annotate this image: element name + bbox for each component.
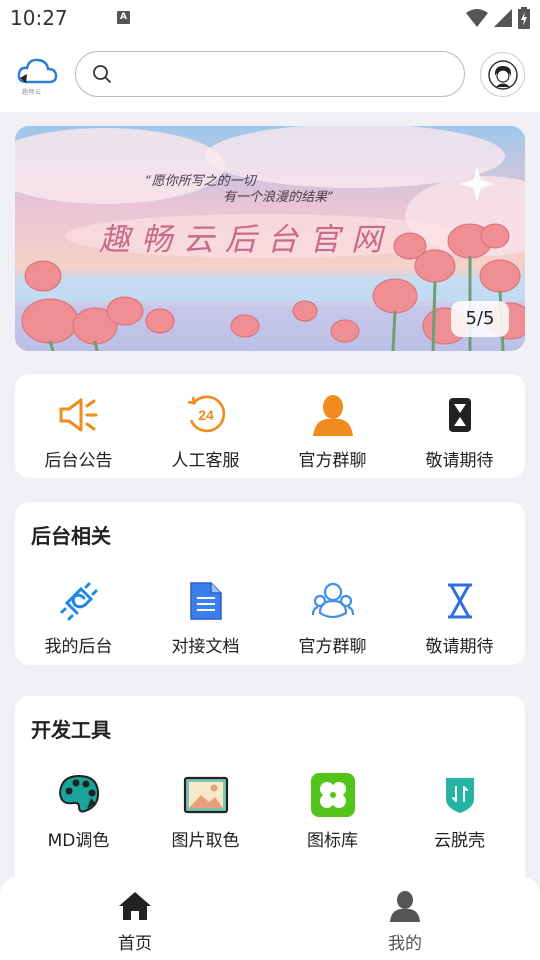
cellular-signal-icon [494,9,512,27]
wifi-icon [466,9,488,27]
backend-item-label: 对接文档 [171,637,240,657]
top-bar: 趣畅云 [0,36,540,112]
logo-text: 趣畅云 [22,89,42,96]
person-icon [310,392,356,438]
quick-action-label: 官方群聊 [298,451,367,471]
backend-item-docs[interactable]: 对接文档 [142,578,269,657]
search-icon [93,65,111,83]
backend-item-my-backend[interactable]: 我的后台 [15,578,142,657]
shield-icon [437,772,483,818]
dev-tool-label: 图片取色 [171,831,240,851]
quick-action-label: 人工客服 [171,451,240,471]
hourglass-icon [437,578,483,624]
status-icons [466,7,530,29]
megaphone-icon [56,392,102,438]
clock-24h-icon: 24 [183,392,229,438]
nav-tab-home-label: 首页 [118,934,152,954]
user-icon [345,889,465,923]
dev-tool-label: MD调色 [47,831,110,851]
dev-tool-label: 图标库 [307,831,358,851]
palette-icon [56,772,102,818]
backend-item-label: 官方群聊 [298,637,367,657]
svg-text:24: 24 [198,407,214,423]
dev-tools-section-card: 开发工具 MD调色 图片取色 图标库 云脱壳 [15,696,525,896]
banner-line2: 有一个浪漫的结果” [223,190,334,205]
banner-title: 趣畅云后台官网 [99,222,393,258]
battery-charging-icon [518,7,530,29]
quick-action-announcement[interactable]: 后台公告 [15,392,142,471]
a-notification-icon: A [117,11,130,24]
quick-action-label: 后台公告 [44,451,113,471]
user-avatar-icon[interactable] [480,52,525,97]
dev-tool-md-color[interactable]: MD调色 [15,772,142,851]
search-bar[interactable] [75,51,465,97]
nav-tab-mine[interactable]: 我的 [345,889,465,954]
quick-action-label: 敬请期待 [425,451,494,471]
quick-action-customer-service[interactable]: 24 人工客服 [142,392,269,471]
backend-item-label: 敬请期待 [425,637,494,657]
dev-tool-icon-library[interactable]: 图标库 [269,772,396,851]
nav-tab-mine-label: 我的 [388,934,422,954]
status-bar: 10:27 A [0,0,540,36]
clover-icon [310,772,356,818]
banner-page-counter: 5/5 [451,301,509,337]
hourglass-icon [437,392,483,438]
search-input[interactable] [122,60,442,88]
dev-tool-label: 云脱壳 [434,831,485,851]
section-title: 开发工具 [31,718,111,742]
bottom-navigation: 首页 我的 [0,877,540,960]
banner-carousel[interactable]: “愿你所写之的一切 有一个浪漫的结果” 趣畅云后台官网 5/5 [15,126,525,351]
image-icon [183,772,229,818]
quick-action-coming-soon[interactable]: 敬请期待 [396,392,523,471]
group-icon [310,578,356,624]
backend-item-coming-soon[interactable]: 敬请期待 [396,578,523,657]
section-title: 后台相关 [31,524,111,548]
backend-item-official-group[interactable]: 官方群聊 [269,578,396,657]
backend-item-label: 我的后台 [44,637,113,657]
dev-tool-image-color-picker[interactable]: 图片取色 [142,772,269,851]
dev-tool-cloud-unpack[interactable]: 云脱壳 [396,772,523,851]
document-icon [183,578,229,624]
home-icon [75,889,195,923]
nav-tab-home[interactable]: 首页 [75,889,195,954]
quick-action-official-group[interactable]: 官方群聊 [269,392,396,471]
plug-icon [56,578,102,624]
quick-actions-card: 后台公告 24 人工客服 官方群聊 敬请期待 [15,374,525,478]
status-time: 10:27 [10,6,68,30]
backend-section-card: 后台相关 我的后台 对接文档 官方群聊 敬请期待 [15,502,525,665]
